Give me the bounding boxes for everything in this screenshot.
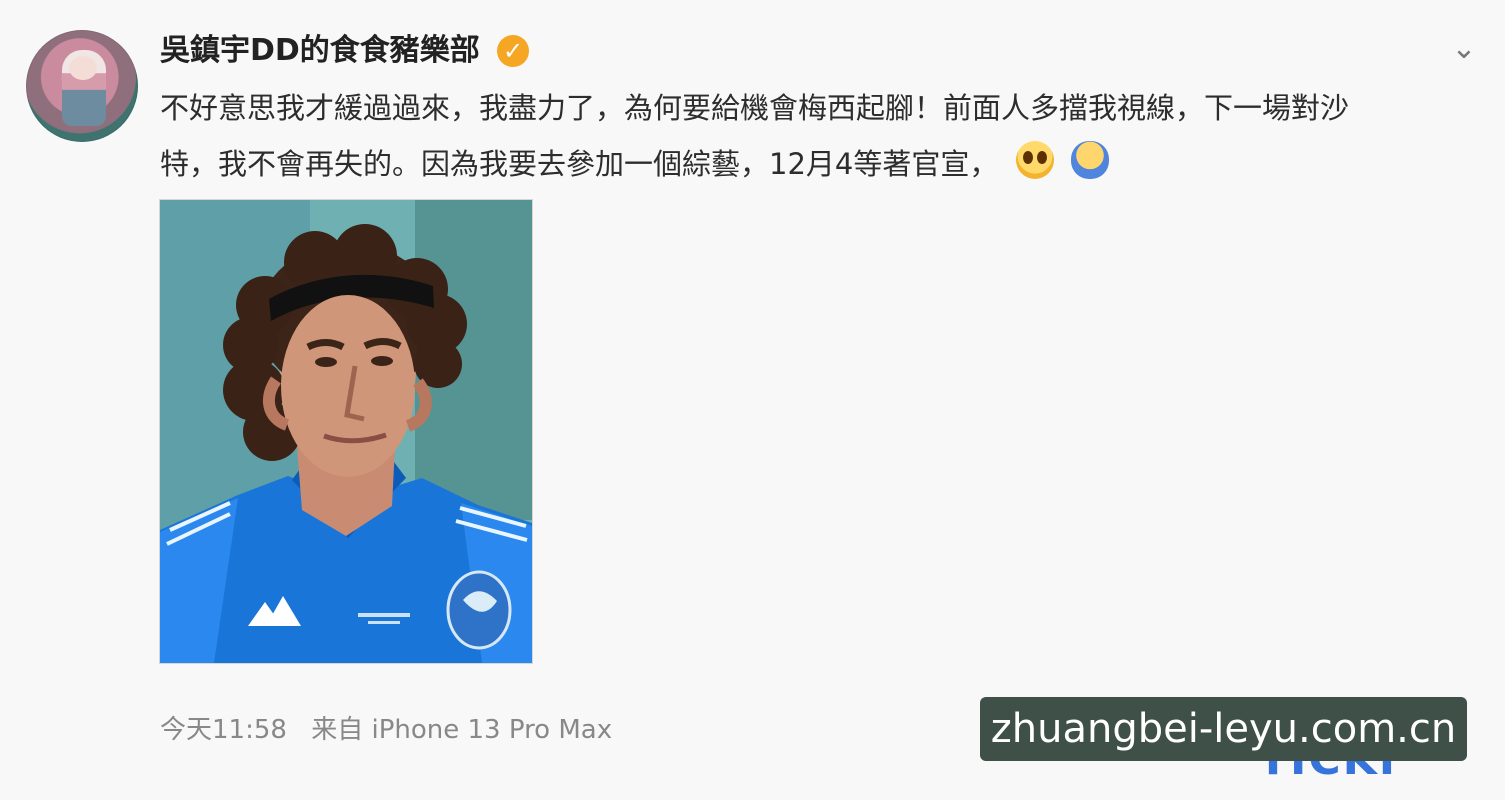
post-meta: 今天11:58 来自 iPhone 13 Pro Max <box>160 711 612 749</box>
social-post-card: 吳鎮宇DD的食食豬樂部 ✓ ⌄ 不好意思我才緩過過來，我盡力了，為何要給機會梅西… <box>0 0 1505 800</box>
verified-badge-icon: ✓ <box>497 35 529 67</box>
post-text-line-1: 不好意思我才緩過過來，我盡力了，為何要給機會梅西起腳！前面人多擋我視線，下一場對… <box>160 91 1350 125</box>
post-username[interactable]: 吳鎮宇DD的食食豬樂部 <box>160 30 480 72</box>
post-source: 来自 iPhone 13 Pro Max <box>311 715 613 745</box>
social-post-screen: 吳鎮宇DD的食食豬樂部 ✓ ⌄ 不好意思我才緩過過來，我盡力了，為何要給機會梅西… <box>0 0 1505 800</box>
post-image[interactable] <box>159 199 533 664</box>
hug-emoji-icon <box>1070 141 1109 179</box>
site-watermark: zhuangbei-leyu.com.cn <box>980 697 1467 761</box>
avatar[interactable] <box>26 30 138 142</box>
post-text: 不好意思我才緩過過來，我盡力了，為何要給機會梅西起腳！前面人多擋我視線，下一場對… <box>160 80 1450 192</box>
shocked-face-emoji-icon <box>1015 141 1054 179</box>
goalkeeper-portrait-image <box>160 200 532 663</box>
post-timestamp: 今天11:58 <box>160 715 287 745</box>
post-text-line-2: 特，我不會再失的。因為我要去參加一個綜藝，12月4等著官宣， <box>160 147 999 181</box>
chevron-down-icon[interactable]: ⌄ <box>1448 34 1480 67</box>
avatar-face <box>69 56 97 80</box>
